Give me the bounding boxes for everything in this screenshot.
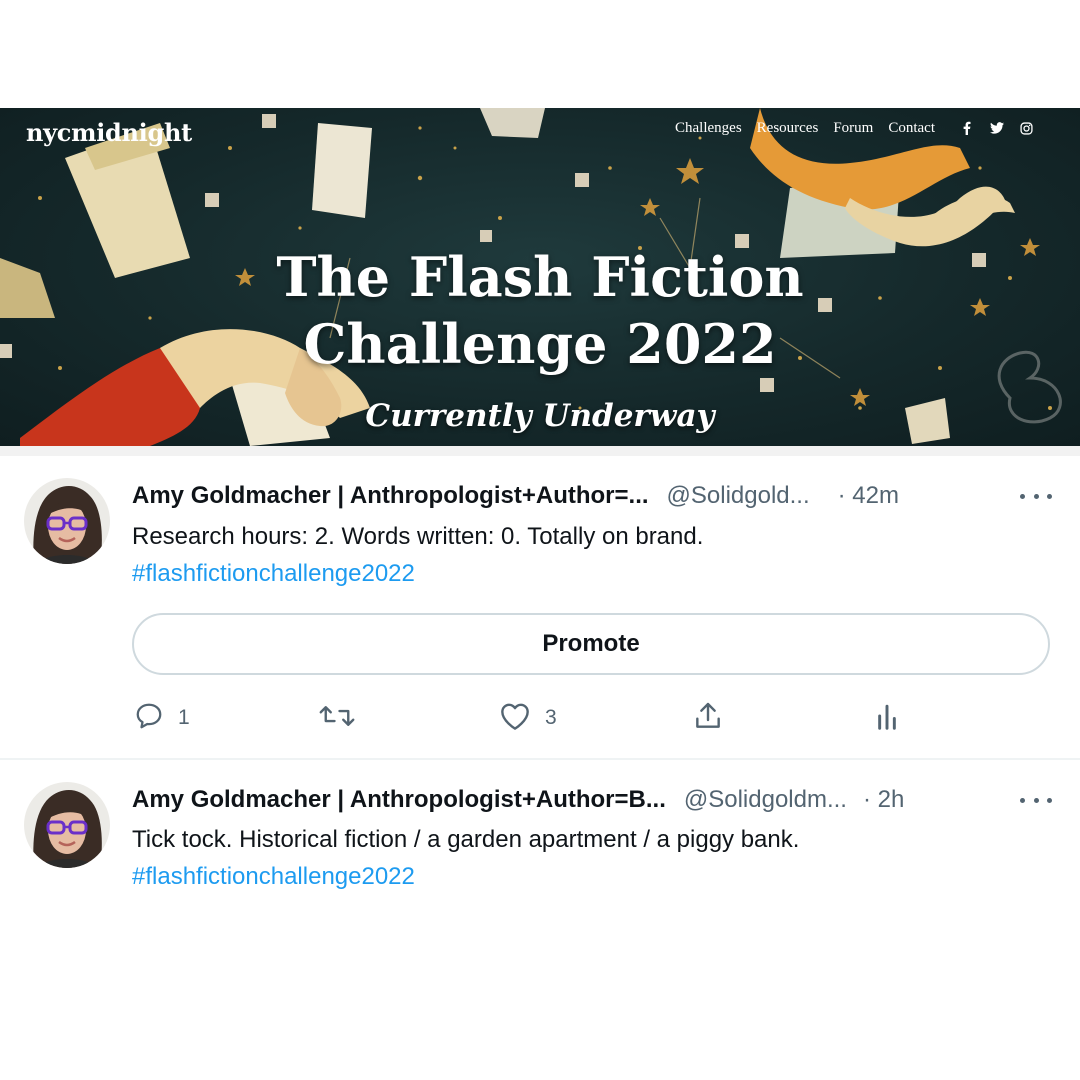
tweet-time[interactable]: · 2h [863, 786, 904, 814]
tweet-text: Tick tock. Historical fiction / a garden… [132, 826, 800, 853]
tweet-header: Amy Goldmacher | Anthropologist+Author=B… [132, 784, 904, 816]
tweet-2: Amy Goldmacher | Anthropologist+Author=B… [0, 0, 1080, 1080]
avatar[interactable] [24, 782, 110, 868]
more-options-icon[interactable] [1020, 794, 1052, 806]
author-name[interactable]: Amy Goldmacher | Anthropologist+Author=B… [132, 786, 666, 814]
tweet-body: Tick tock. Historical fiction / a garden… [132, 821, 799, 895]
hashtag-link[interactable]: #flashfictionchallenge2022 [132, 858, 799, 895]
author-handle[interactable]: @Solidgoldm... [684, 786, 847, 814]
